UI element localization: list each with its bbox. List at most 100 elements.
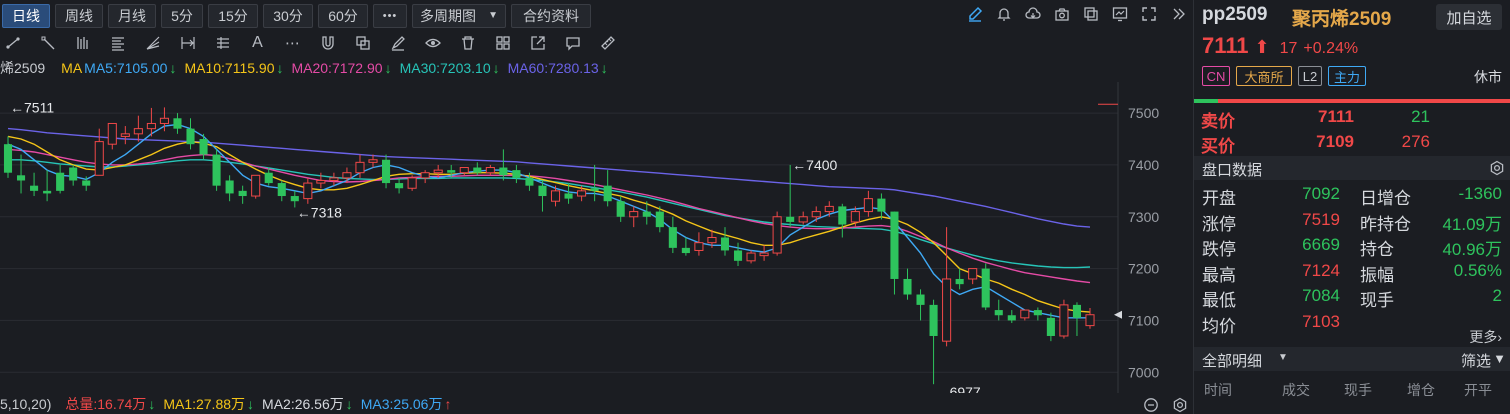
candle <box>746 250 756 264</box>
candle-body <box>225 180 234 194</box>
candle <box>30 172 39 197</box>
contract-code-label: 烯2509 <box>0 60 46 76</box>
measure-tool-icon[interactable] <box>179 35 196 52</box>
more-periods-button[interactable]: ••• <box>373 3 407 28</box>
candle-body <box>3 144 13 173</box>
zoom-out-icon[interactable] <box>1142 396 1159 413</box>
candle-body <box>277 183 286 197</box>
candle-body <box>955 278 964 285</box>
candle <box>120 126 130 145</box>
candle-body <box>838 206 847 225</box>
candle <box>720 227 730 256</box>
filter-label[interactable]: 筛选 <box>1461 350 1491 371</box>
multi-period-dropdown[interactable]: 多周期图 ▼ <box>412 3 506 28</box>
settings-gear-icon[interactable] <box>1171 396 1188 413</box>
down-arrow-icon: ↓ <box>169 60 177 76</box>
volume-controls <box>1142 396 1188 413</box>
eye-icon[interactable] <box>424 35 441 52</box>
candle-body <box>43 190 52 194</box>
detail-title[interactable]: 全部明细 <box>1202 350 1262 371</box>
filter-icon[interactable]: ▼ <box>1493 351 1506 366</box>
candle <box>733 242 743 267</box>
stat-value: -1360 <box>1458 184 1502 203</box>
ma10-value: MA10:7115.90 <box>184 60 275 76</box>
line-tool-icon[interactable] <box>4 35 21 52</box>
cloud-download-icon[interactable] <box>1024 5 1041 22</box>
candle-body <box>133 128 143 135</box>
clone-icon[interactable] <box>354 35 371 52</box>
badge-cn: CN <box>1202 66 1230 86</box>
symbol-code: pp2509 <box>1202 4 1268 25</box>
fib-retracement-icon[interactable] <box>109 35 126 52</box>
ask-volume: 21 <box>1411 107 1430 126</box>
camera-icon[interactable] <box>1053 5 1070 22</box>
candle-body <box>877 198 886 212</box>
stat-label: 最高 <box>1202 265 1236 285</box>
gann-tool-icon[interactable] <box>214 35 231 52</box>
candle-body <box>564 193 573 199</box>
pen-icon[interactable] <box>966 5 983 22</box>
settings-gear-icon[interactable] <box>1488 159 1505 176</box>
candle-body <box>159 117 169 124</box>
stat-label: 昨持仓 <box>1360 214 1411 234</box>
candle-body <box>863 198 873 213</box>
more-link[interactable]: 更多› <box>1469 327 1502 347</box>
candle <box>186 118 195 150</box>
detail-header: 全部明细 ▼ 筛选 ▼ <box>1194 347 1510 371</box>
candle <box>251 174 261 199</box>
comment-icon[interactable] <box>564 35 581 52</box>
up-arrow-icon: ↑ <box>444 396 452 412</box>
candle <box>590 164 599 202</box>
ruler-icon[interactable] <box>599 35 616 52</box>
screen-chart-icon[interactable] <box>1111 5 1128 22</box>
fullscreen-icon[interactable] <box>1140 5 1157 22</box>
kline-chart[interactable]: 7500 7400 7300 7200 7100 7000 ←7511 ←7400 ←7318… <box>0 82 1192 393</box>
candle <box>1059 299 1069 339</box>
ray-tool-icon[interactable] <box>39 35 56 52</box>
volume-ma2: MA2:26.56万 <box>262 396 344 412</box>
period-weekly-button[interactable]: 周线 <box>55 3 103 28</box>
candle <box>69 164 78 186</box>
price-annotation: ←7511 <box>10 99 54 115</box>
trash-icon[interactable] <box>459 35 476 52</box>
stat-value: 7092 <box>1302 184 1340 203</box>
contract-info-button[interactable]: 合约资料 <box>511 3 591 28</box>
volume-params: 5,10,20) <box>0 396 52 412</box>
external-link-icon[interactable] <box>529 35 546 52</box>
period-30min-button[interactable]: 30分 <box>263 3 313 28</box>
more-tools-icon[interactable]: ⋯ <box>284 35 301 52</box>
collapse-panel-icon[interactable] <box>1169 5 1186 22</box>
ma-legend: 烯2509 MA MA5:7105.00 ↓ MA10:7115.90 ↓ MA20… <box>0 58 610 78</box>
copy-icon[interactable] <box>1082 5 1099 22</box>
magnet-icon[interactable] <box>319 35 336 52</box>
period-60min-button[interactable]: 60分 <box>318 3 368 28</box>
stat-label: 涨停 <box>1202 214 1236 234</box>
add-watchlist-button[interactable]: 加自选 <box>1436 4 1502 30</box>
parallel-channel-icon[interactable] <box>74 35 91 52</box>
candle-body <box>525 177 534 186</box>
candle-body <box>433 169 443 174</box>
candle-body <box>420 172 430 179</box>
period-5min-button[interactable]: 5分 <box>161 3 203 28</box>
bell-icon[interactable] <box>995 5 1012 22</box>
caret-down-icon[interactable]: ▼ <box>1278 352 1288 363</box>
candle <box>407 175 417 191</box>
total-volume: 总量:16.74万 <box>65 396 147 412</box>
layout-grid-icon[interactable] <box>494 35 511 52</box>
candle-body <box>811 211 821 218</box>
period-15min-button[interactable]: 15分 <box>208 3 258 28</box>
candle <box>903 268 912 300</box>
candle-body <box>642 211 651 217</box>
period-daily-button[interactable]: 日线 <box>2 3 50 28</box>
text-tool-icon[interactable]: A <box>249 34 266 52</box>
candle <box>1020 309 1030 321</box>
candle <box>107 122 117 150</box>
period-monthly-button[interactable]: 月线 <box>108 3 156 28</box>
bid-label: 买价 <box>1201 137 1235 156</box>
brush-icon[interactable] <box>389 35 406 52</box>
ask-label: 卖价 <box>1201 112 1235 131</box>
candle <box>955 268 964 290</box>
stat-label: 开盘 <box>1202 189 1236 208</box>
ma5-line <box>7 123 1090 319</box>
fan-tool-icon[interactable] <box>144 35 161 52</box>
